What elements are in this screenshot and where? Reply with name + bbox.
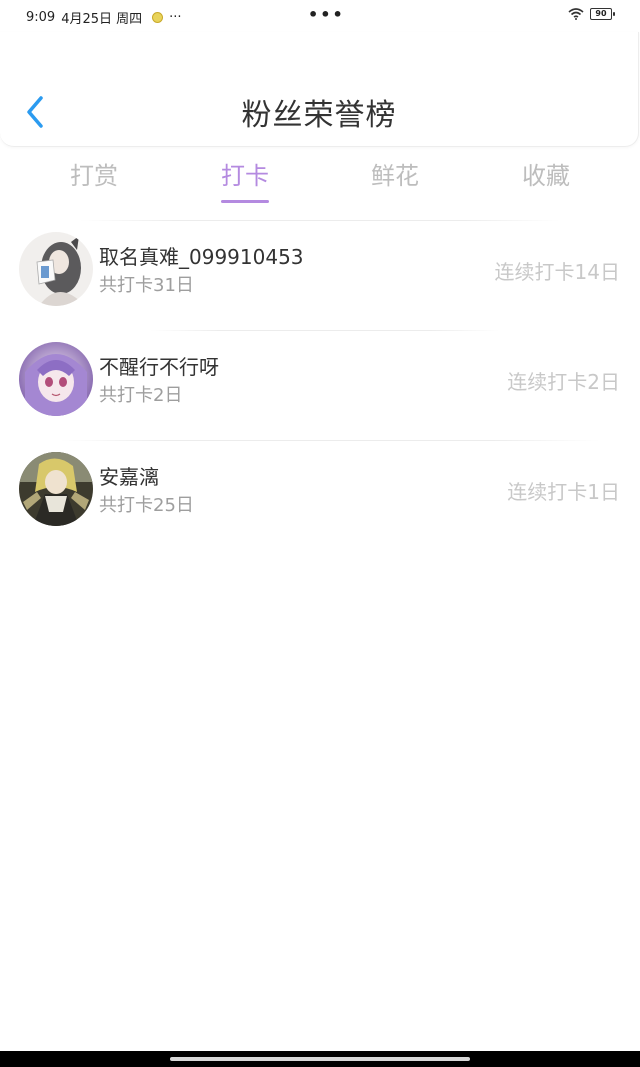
status-overflow: ··· — [169, 10, 182, 25]
tab-checkin-label: 打卡 — [221, 162, 269, 190]
avatar[interactable] — [19, 452, 93, 526]
list-item[interactable]: 安嘉漓 共打卡25日 连续打卡1日 — [0, 440, 640, 550]
fan-total-checkins: 共打卡25日 — [99, 495, 194, 516]
fan-name: 不醒行不行呀 — [99, 355, 219, 379]
status-right: 90 — [568, 8, 615, 20]
battery-icon: 90 — [590, 8, 615, 20]
row-divider — [60, 440, 600, 441]
fan-name: 取名真难_099910453 — [99, 245, 304, 269]
screen: 9:09 4月25日 周四 ··· ••• 90 粉丝荣誉榜 打赏 打卡 鲜花 … — [0, 0, 640, 1067]
fan-streak: 连续打卡2日 — [507, 370, 620, 394]
fan-streak: 连续打卡1日 — [507, 480, 620, 504]
status-time: 9:09 — [26, 10, 56, 25]
tab-favorites[interactable]: 收藏 — [496, 156, 596, 191]
row-divider — [80, 220, 560, 221]
row-divider — [150, 330, 500, 331]
home-indicator[interactable] — [170, 1057, 470, 1061]
fan-total-checkins: 共打卡31日 — [99, 275, 194, 296]
notification-app-icon — [152, 12, 164, 23]
list-item[interactable]: 取名真难_099910453 共打卡31日 连续打卡14日 — [0, 220, 640, 330]
status-left: 9:09 4月25日 周四 ··· — [26, 8, 182, 27]
tab-checkin[interactable]: 打卡 — [195, 156, 295, 203]
multitask-dots-icon[interactable]: ••• — [308, 5, 345, 24]
fan-list: 取名真难_099910453 共打卡31日 连续打卡14日 不醒行不行呀 共打卡… — [0, 220, 640, 550]
page-title: 粉丝荣誉榜 — [241, 98, 397, 133]
tab-flowers[interactable]: 鲜花 — [345, 156, 445, 191]
app-header: 粉丝荣誉榜 — [0, 32, 639, 147]
status-bar: 9:09 4月25日 周四 ··· ••• 90 — [0, 0, 640, 32]
list-item[interactable]: 不醒行不行呀 共打卡2日 连续打卡2日 — [0, 330, 640, 440]
tab-reward[interactable]: 打赏 — [44, 156, 144, 191]
avatar[interactable] — [19, 342, 93, 416]
wifi-icon — [568, 8, 584, 20]
fan-total-checkins: 共打卡2日 — [99, 385, 183, 406]
avatar[interactable] — [19, 232, 93, 306]
status-date: 4月25日 周四 — [61, 12, 143, 27]
fan-name: 安嘉漓 — [99, 465, 159, 489]
system-nav-bar — [0, 1051, 640, 1067]
active-tab-indicator — [221, 200, 269, 203]
tab-bar: 打赏 打卡 鲜花 收藏 — [0, 150, 640, 206]
fan-streak: 连续打卡14日 — [494, 260, 620, 284]
